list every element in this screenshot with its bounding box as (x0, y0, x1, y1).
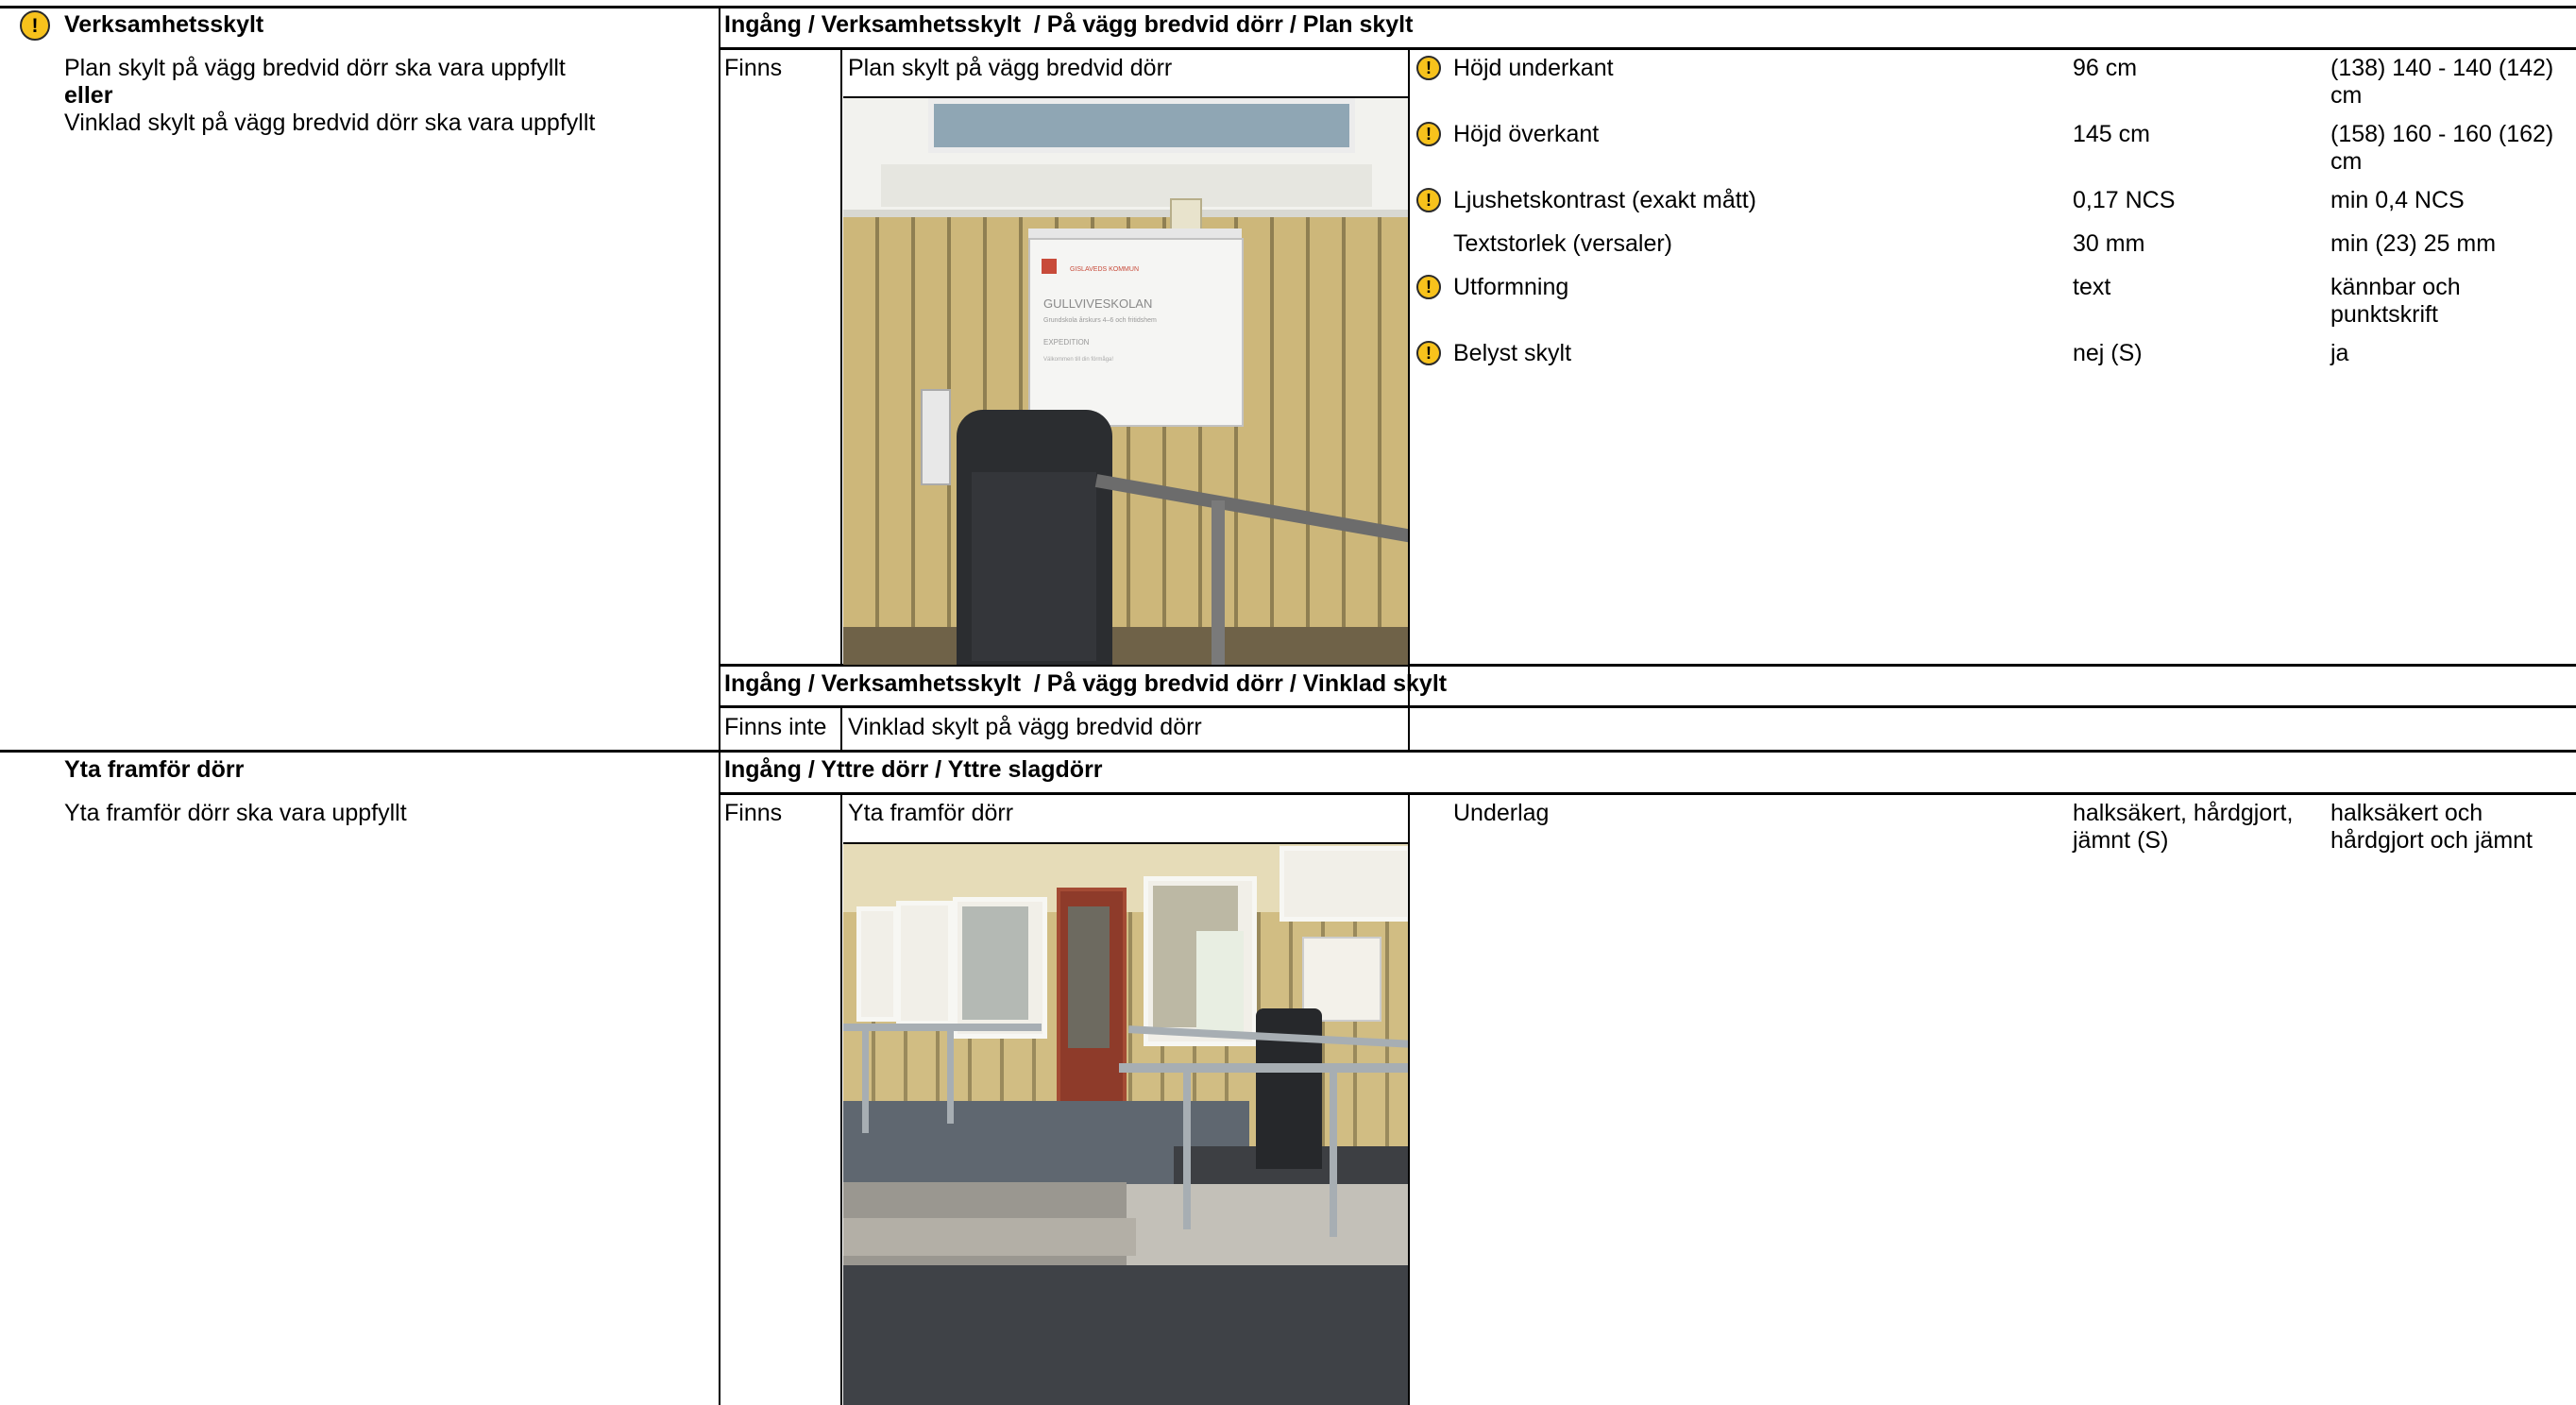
section2-top-border (0, 750, 2576, 753)
vinklad-status: Finns inte (724, 714, 827, 740)
plan-measure-value: 145 cm (2073, 121, 2150, 147)
exclamation-warning-icon: ! (1416, 122, 1441, 146)
item-divider-plan (1408, 48, 1410, 753)
yta-header: Ingång / Yttre dörr / Yttre slagdörr (724, 756, 1103, 783)
sign-line2: EXPEDITION (1043, 338, 1090, 347)
plan-measure-req-1: (158) 160 - 160 (162) (2330, 121, 2554, 147)
section2-requirement-1: Yta framför dörr ska vara uppfyllt (64, 800, 407, 826)
plan-measure-value: text (2073, 274, 2111, 300)
plan-header: Ingång / Verksamhetsskylt / På vägg bred… (724, 11, 1414, 38)
plan-measure-name: Ljushetskontrast (exakt mått) (1453, 187, 1756, 213)
section1-connector: eller (64, 82, 113, 109)
yta-header-underline (719, 792, 2576, 795)
plan-measure-value: nej (S) (2073, 340, 2143, 366)
yta-measure-value-2: jämnt (S) (2073, 827, 2169, 854)
plan-measure-value: 0,17 NCS (2073, 187, 2176, 213)
exclamation-warning-icon: ! (1416, 56, 1441, 80)
plan-measure-name: Belyst skylt (1453, 340, 1572, 366)
sign-brand: GISLAVEDS KOMMUN (1070, 266, 1139, 273)
yta-status: Finns (724, 800, 783, 826)
item-divider-yta (1408, 794, 1410, 1405)
entrance-area-photo (843, 844, 1408, 1405)
vinklad-header: Ingång / Verksamhetsskylt / På vägg bred… (724, 670, 1448, 697)
plan-measure-req-2: punktskrift (2330, 301, 2438, 328)
vinklad-item: Vinklad skylt på vägg bredvid dörr (848, 714, 1202, 740)
yta-measure-req-1: halksäkert och (2330, 800, 2483, 826)
plan-measure-name: Utformning (1453, 274, 1569, 300)
plan-measure-name: Höjd överkant (1453, 121, 1600, 147)
plan-measure-req-2: cm (2330, 148, 2363, 175)
plan-status: Finns (724, 55, 783, 81)
wall-sign: GISLAVEDS KOMMUN GULLVIVESKOLAN Grundsko… (1028, 238, 1244, 427)
plan-measure-req-1: min (23) 25 mm (2330, 230, 2497, 257)
plan-measure-req-1: (138) 140 - 140 (142) (2330, 55, 2554, 81)
section1-title: Verksamhetsskylt (64, 11, 264, 38)
sign-school: GULLVIVESKOLAN (1043, 296, 1153, 311)
yta-measure-name: Underlag (1453, 800, 1550, 826)
plan-header-underline (719, 47, 2576, 50)
yta-item: Yta framför dörr (848, 800, 1014, 826)
exclamation-warning-icon: ! (20, 10, 50, 41)
yta-measure-value-1: halksäkert, hårdgjort, (2073, 800, 2294, 826)
status-divider-vinklad (840, 707, 842, 751)
plan-sign-photo: GISLAVEDS KOMMUN GULLVIVESKOLAN Grundsko… (843, 98, 1408, 665)
plan-measure-name: Höjd underkant (1453, 55, 1614, 81)
section2-title: Yta framför dörr (64, 756, 245, 783)
yta-measure-req-2: hårdgjort och jämnt (2330, 827, 2534, 854)
sign-line1: Grundskola årskurs 4–6 och fritidshem (1043, 317, 1157, 324)
status-divider-yta (840, 794, 842, 1405)
plan-measure-req-1: ja (2330, 340, 2349, 366)
exclamation-warning-icon: ! (1416, 341, 1441, 365)
top-border (0, 6, 2576, 8)
exclamation-warning-icon: ! (1416, 188, 1441, 212)
section1-requirement-1: Plan skylt på vägg bredvid dörr ska vara… (64, 55, 566, 81)
plan-item: Plan skylt på vägg bredvid dörr (848, 55, 1173, 81)
plan-measure-req-1: min 0,4 NCS (2330, 187, 2465, 213)
exclamation-warning-icon: ! (1416, 275, 1441, 299)
status-divider-plan (840, 48, 842, 667)
sign-line3: Välkommen till din förmåga! (1043, 357, 1114, 363)
plan-measure-req-1: kännbar och (2330, 274, 2461, 300)
vinklad-header-underline (719, 705, 2576, 708)
section1-requirement-2: Vinklad skylt på vägg bredvid dörr ska v… (64, 110, 596, 136)
plan-measure-name: Textstorlek (versaler) (1453, 230, 1672, 257)
plan-measure-value: 30 mm (2073, 230, 2145, 257)
plan-measure-value: 96 cm (2073, 55, 2138, 81)
plan-measure-req-2: cm (2330, 82, 2363, 109)
